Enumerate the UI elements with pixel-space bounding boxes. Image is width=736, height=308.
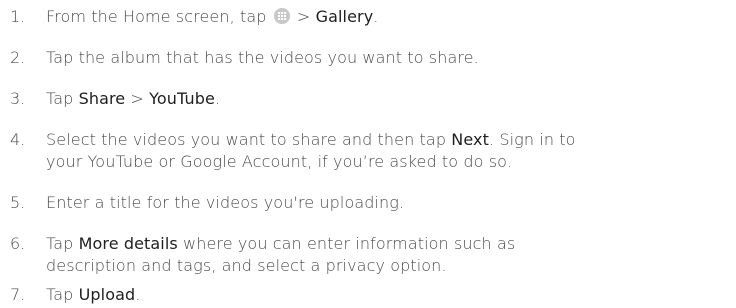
step-number: 2.: [10, 48, 26, 67]
step-text: Enter a title for the videos you're uplo…: [46, 192, 732, 214]
step-text: Tap Share > YouTube.: [46, 88, 732, 110]
step-number: 3.: [10, 89, 26, 108]
ui-term-next: Next: [451, 130, 489, 149]
step-number: 1.: [10, 7, 26, 26]
ui-term-upload: Upload: [78, 285, 136, 304]
step-text-segment: Tap: [46, 89, 79, 108]
step-number: 4.: [10, 130, 26, 149]
step-text-segment: >: [291, 7, 316, 26]
step-text-segment: >: [125, 89, 150, 108]
step-number: 6.: [10, 234, 26, 253]
step-text: From the Home screen, tap > Gallery.: [46, 6, 732, 28]
step-text-segment: .: [214, 89, 221, 108]
step-text-segment: From the Home screen, tap: [46, 7, 272, 26]
step-text-segment: Enter a title for the videos you're uplo…: [46, 193, 405, 212]
step-text-segment: Tap: [46, 234, 79, 253]
step-text: Select the videos you want to share and …: [46, 129, 732, 173]
step-text: Tap Upload.: [46, 284, 732, 306]
ui-term-more-details: More details: [78, 234, 178, 253]
step-text: Tap the album that has the videos you wa…: [46, 47, 732, 69]
step-text-segment: . Sign in to: [488, 130, 576, 149]
step-number: 5.: [10, 193, 26, 212]
step-text: Tap More details where you can enter inf…: [46, 233, 732, 277]
step-text-segment: .: [373, 7, 379, 26]
step-text-segment: Tap the album that has the videos you wa…: [46, 48, 479, 67]
step-text-segment: Select the videos you want to share and …: [46, 130, 452, 149]
ui-term-gallery: Gallery: [315, 7, 374, 26]
step-text-segment: where you can enter information such as: [177, 234, 516, 253]
apps-icon: [273, 8, 290, 24]
step-text-segment: your YouTube or Google Account, if you’r…: [46, 152, 512, 171]
ui-term-share: Share: [78, 89, 126, 108]
step-number: 7.: [10, 285, 26, 304]
step-text-segment: description and tags, and select a priva…: [46, 256, 447, 275]
step-text-segment: Tap: [46, 285, 79, 304]
step-text-segment: .: [135, 285, 141, 304]
ui-term-youtube: YouTube: [149, 89, 215, 108]
